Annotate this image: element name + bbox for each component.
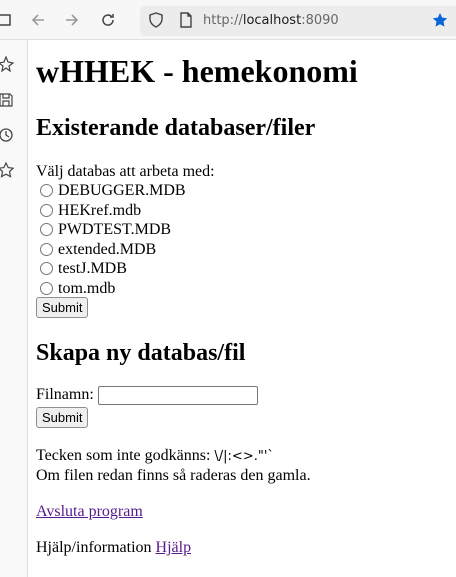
radio-button[interactable] bbox=[40, 281, 53, 295]
filename-input[interactable] bbox=[97, 385, 258, 405]
page-title: wHHEK - hemekonomi bbox=[36, 53, 358, 89]
filename-row: Filnamn: bbox=[36, 385, 456, 405]
database-option-label: testJ.MDB bbox=[58, 260, 127, 277]
browser-sidebar bbox=[0, 40, 28, 577]
filename-label: Filnamn: bbox=[36, 386, 94, 403]
url-host: localhost bbox=[242, 13, 302, 28]
help-row: Hjälp/information Hjälp bbox=[36, 538, 456, 557]
database-option-label: HEKref.mdb bbox=[58, 201, 142, 219]
database-option-label: PWDTEST.MDB bbox=[58, 221, 172, 238]
radio-button[interactable] bbox=[40, 242, 53, 256]
shield-icon[interactable] bbox=[148, 12, 164, 28]
forbidden-characters-label: Tecken som inte godkänns: bbox=[36, 446, 215, 464]
overwrite-note: Om filen redan finns så raderas den gaml… bbox=[36, 466, 311, 484]
exit-program-link[interactable]: Avsluta program bbox=[36, 503, 143, 520]
bookmark-star-icon[interactable] bbox=[432, 12, 448, 28]
back-arrow-icon[interactable] bbox=[30, 12, 46, 28]
database-option[interactable]: PWDTEST.MDB bbox=[36, 220, 456, 240]
favorites-star-icon[interactable] bbox=[0, 162, 14, 178]
database-option-label: extended.MDB bbox=[58, 240, 157, 258]
sidebar-save-icon[interactable] bbox=[0, 92, 14, 108]
help-link[interactable]: Hjälp bbox=[156, 539, 192, 556]
database-option[interactable]: extended.MDB bbox=[36, 240, 456, 260]
url-text[interactable]: http://localhost:8090 bbox=[203, 13, 339, 28]
help-label: Hjälp/information bbox=[36, 538, 156, 556]
select-database-prompt: Välj databas att arbeta med: bbox=[36, 163, 215, 180]
history-icon[interactable] bbox=[0, 127, 14, 143]
existing-databases-heading: Existerande databaser/filer bbox=[36, 115, 316, 141]
database-radio-list: DEBUGGER.MDB HEKref.mdb PWDTEST.MDB exte… bbox=[36, 181, 456, 298]
sidebar-tabs-icon[interactable] bbox=[0, 12, 12, 28]
sidebar-pin-icon[interactable] bbox=[0, 56, 14, 72]
forbidden-characters-note: Tecken som inte godkänns: \/|:<>."'` bbox=[36, 446, 456, 466]
open-database-submit-button[interactable]: Submit bbox=[36, 297, 89, 318]
url-prefix: http:// bbox=[203, 13, 243, 28]
url-bar[interactable]: http://localhost:8090 bbox=[140, 6, 456, 36]
url-port: :8090 bbox=[301, 13, 339, 28]
page-icon[interactable] bbox=[178, 12, 194, 28]
page-content: wHHEK - hemekonomi Existerande databaser… bbox=[36, 40, 456, 557]
radio-button[interactable] bbox=[40, 184, 53, 197]
database-option-label: DEBUGGER.MDB bbox=[58, 182, 186, 199]
create-database-heading: Skapa ny databas/fil bbox=[36, 340, 246, 366]
browser-toolbar: http://localhost:8090 bbox=[0, 0, 456, 40]
create-database-submit-button[interactable]: Submit bbox=[36, 406, 89, 428]
radio-button[interactable] bbox=[40, 262, 53, 275]
database-option[interactable]: DEBUGGER.MDB bbox=[36, 181, 456, 201]
database-option[interactable]: HEKref.mdb bbox=[36, 201, 456, 221]
reload-icon[interactable] bbox=[100, 12, 116, 28]
forbidden-characters-list: \/|:<>."'` bbox=[214, 448, 274, 464]
radio-button[interactable] bbox=[40, 203, 53, 217]
database-option-label: tom.mdb bbox=[58, 279, 116, 297]
forward-arrow-icon[interactable] bbox=[64, 12, 80, 28]
radio-button[interactable] bbox=[40, 223, 53, 236]
database-option[interactable]: tom.mdb bbox=[36, 279, 456, 299]
database-option[interactable]: testJ.MDB bbox=[36, 259, 456, 279]
